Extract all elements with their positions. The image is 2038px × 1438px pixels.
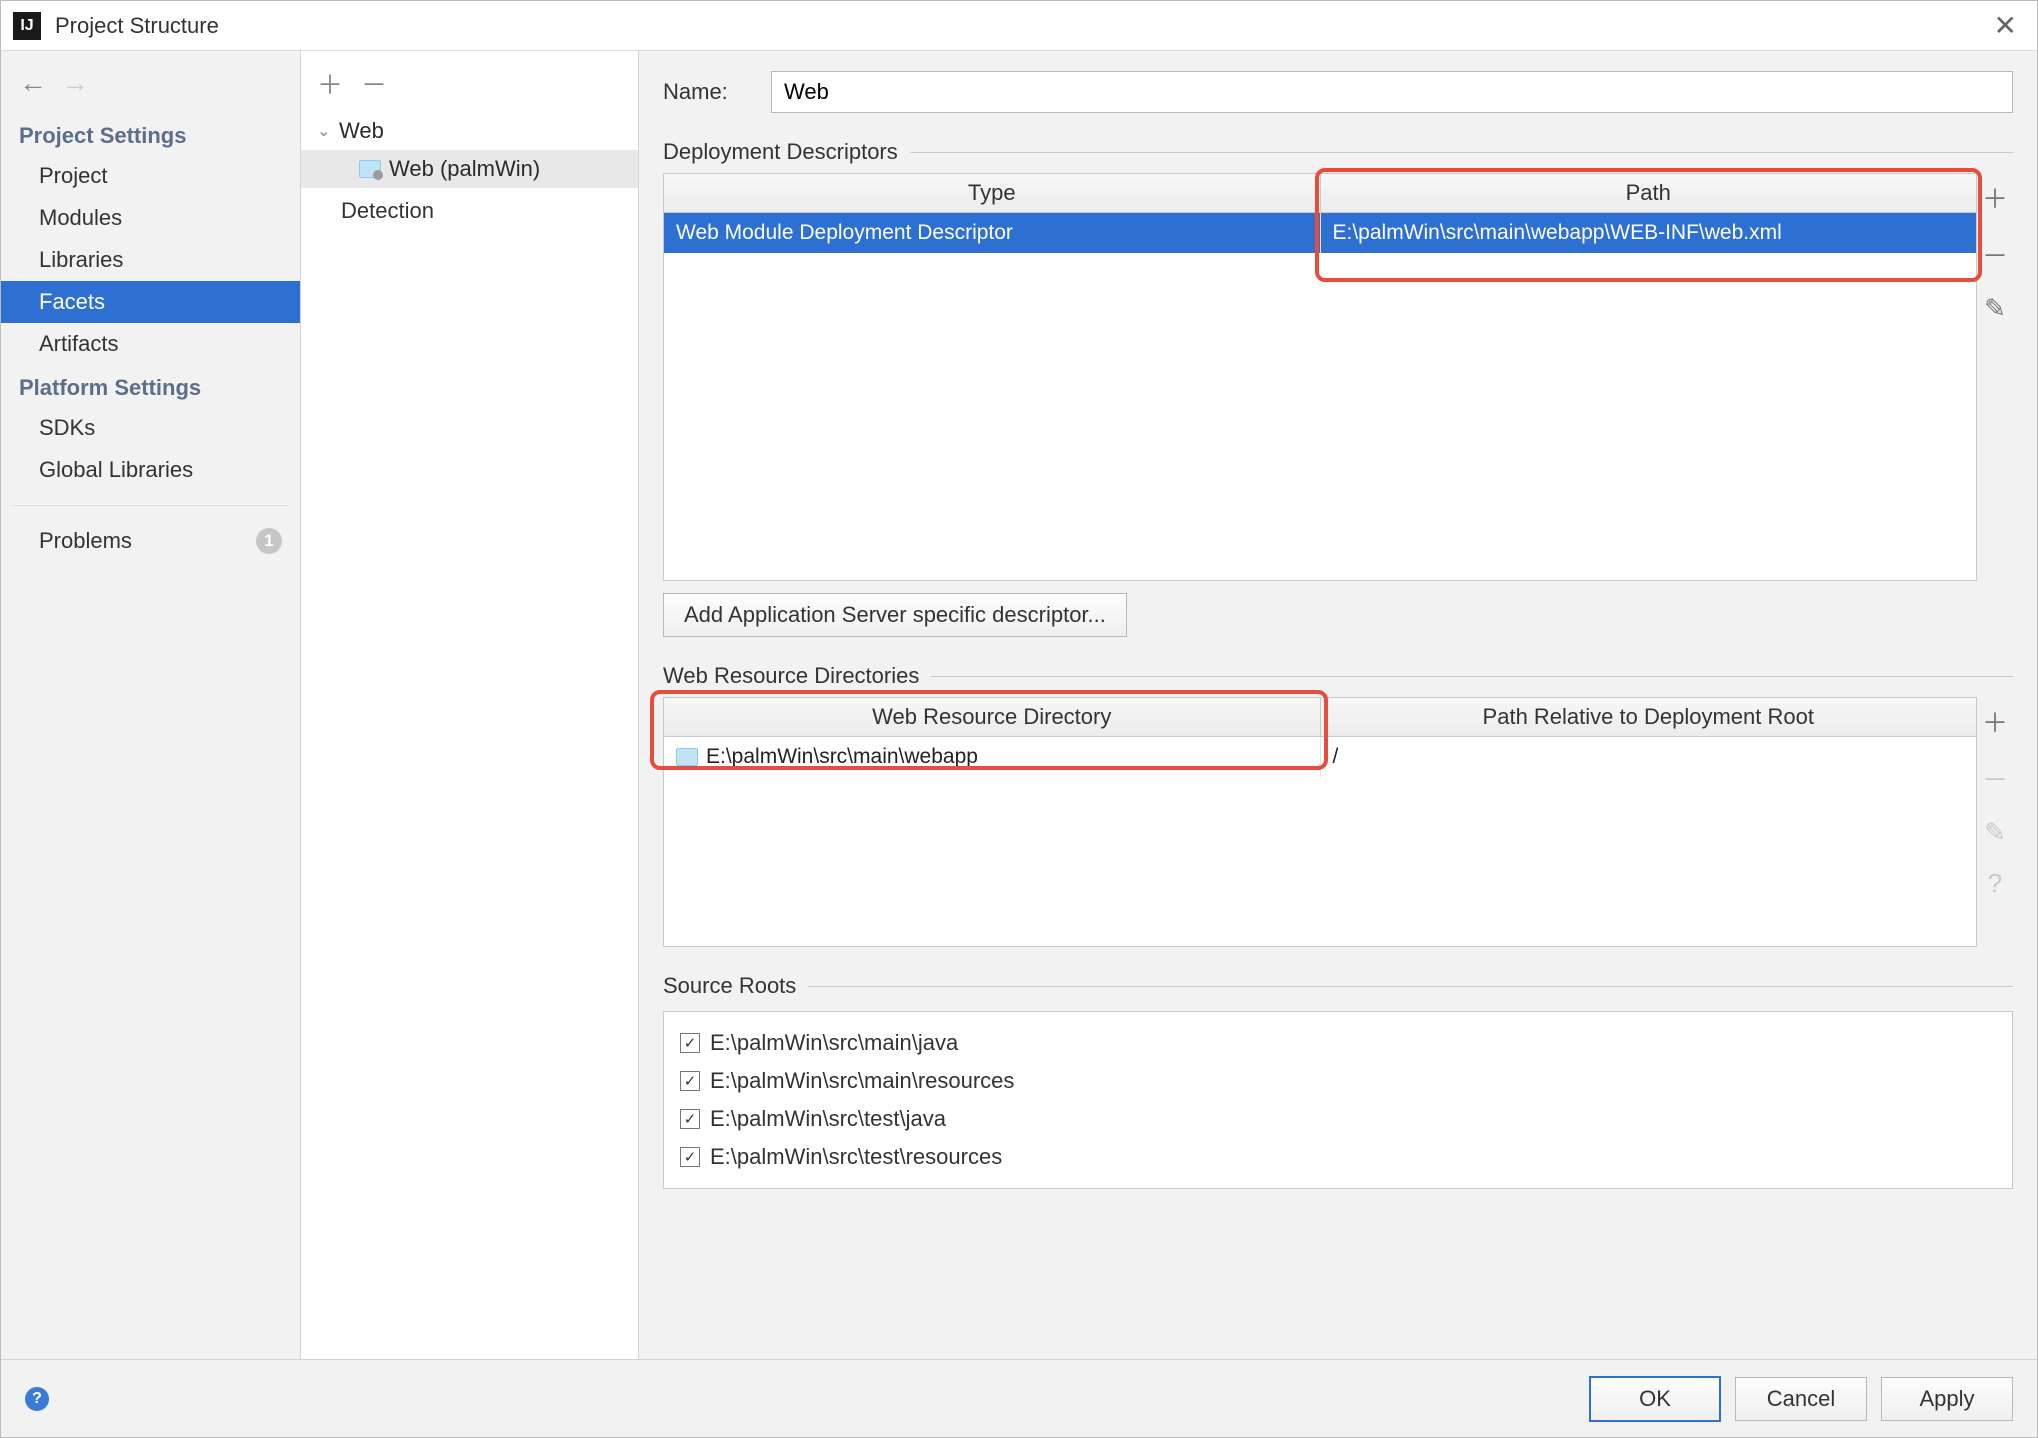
deployment-descriptors-heading: Deployment Descriptors	[663, 139, 2013, 165]
dd-side-actions: ＋ － ✎	[1977, 173, 2013, 581]
intellij-icon: IJ	[13, 12, 41, 40]
checkbox-checked-icon[interactable]: ✓	[680, 1109, 700, 1129]
dd-remove-icon[interactable]: －	[1982, 236, 2008, 273]
dialog-body: ← → Project Settings Project Modules Lib…	[1, 51, 2037, 1359]
source-root-item[interactable]: ✓ E:\palmWin\src\test\java	[680, 1100, 1996, 1138]
tree-node-web-label: Web	[339, 118, 384, 144]
checkbox-checked-icon[interactable]: ✓	[680, 1033, 700, 1053]
wr-col-rel[interactable]: Path Relative to Deployment Root	[1320, 698, 1976, 737]
source-root-path: E:\palmWin\src\main\java	[710, 1030, 958, 1056]
divider	[910, 152, 2013, 153]
wr-row-rel: /	[1320, 737, 1976, 777]
sidebar-item-project[interactable]: Project	[1, 155, 300, 197]
titlebar: IJ Project Structure ✕	[1, 1, 2037, 51]
wr-row[interactable]: E:\palmWin\src\main\webapp /	[664, 737, 1976, 777]
dd-row-path: E:\palmWin\src\main\webapp\WEB-INF\web.x…	[1320, 213, 1976, 253]
facets-tree: ⌄ Web Web (palmWin) Detection	[301, 112, 638, 1359]
remove-icon[interactable]: －	[361, 65, 387, 102]
sidebar: ← → Project Settings Project Modules Lib…	[1, 51, 301, 1359]
source-roots-heading: Source Roots	[663, 973, 2013, 999]
web-resource-directories-label: Web Resource Directories	[663, 663, 919, 689]
ok-button[interactable]: OK	[1589, 1376, 1721, 1422]
forward-icon[interactable]: →	[61, 67, 89, 99]
facets-tree-panel: ＋ － ⌄ Web Web (palmWin) Detection	[301, 51, 639, 1359]
divider	[808, 986, 2013, 987]
divider	[931, 676, 2013, 677]
nav-history: ← →	[1, 59, 300, 113]
chevron-down-icon: ⌄	[317, 121, 331, 141]
web-resource-directories-heading: Web Resource Directories	[663, 663, 2013, 689]
close-icon[interactable]: ✕	[1986, 9, 2025, 42]
facet-form: Name: Deployment Descriptors Type Path	[639, 51, 2037, 1359]
tree-node-web[interactable]: ⌄ Web	[301, 112, 638, 150]
dd-row[interactable]: Web Module Deployment Descriptor E:\palm…	[664, 213, 1976, 253]
tree-toolbar: ＋ －	[301, 51, 638, 112]
wr-row-dir: E:\palmWin\src\main\webapp	[664, 737, 1320, 777]
sidebar-item-modules[interactable]: Modules	[1, 197, 300, 239]
deployment-descriptors-panel: Type Path Web Module Deployment Descript…	[663, 173, 2013, 581]
project-structure-dialog: IJ Project Structure ✕ ← → Project Setti…	[0, 0, 2038, 1438]
sidebar-item-problems[interactable]: Problems 1	[1, 520, 300, 562]
source-root-item[interactable]: ✓ E:\palmWin\src\test\resources	[680, 1138, 1996, 1176]
source-root-path: E:\palmWin\src\test\java	[710, 1106, 946, 1132]
facet-name-input[interactable]	[771, 71, 2013, 113]
wr-col-dir[interactable]: Web Resource Directory	[664, 698, 1320, 737]
deployment-descriptors-table[interactable]: Type Path Web Module Deployment Descript…	[663, 173, 1977, 581]
source-roots-list: ✓ E:\palmWin\src\main\java ✓ E:\palmWin\…	[663, 1011, 2013, 1189]
tree-node-web-palmwin[interactable]: Web (palmWin)	[301, 150, 638, 188]
wr-help-icon[interactable]: ?	[1988, 868, 2002, 899]
dd-edit-icon[interactable]: ✎	[1984, 293, 2006, 324]
web-resource-directories-table[interactable]: Web Resource Directory Path Relative to …	[663, 697, 1977, 947]
checkbox-checked-icon[interactable]: ✓	[680, 1071, 700, 1091]
platform-settings-heading: Platform Settings	[1, 365, 300, 407]
wr-side-actions: ＋ － ✎ ?	[1977, 697, 2013, 947]
dd-add-icon[interactable]: ＋	[1982, 179, 2008, 216]
tree-node-detection[interactable]: Detection	[301, 188, 638, 234]
name-label: Name:	[663, 79, 753, 105]
sidebar-item-libraries[interactable]: Libraries	[1, 239, 300, 281]
sidebar-item-facets[interactable]: Facets	[1, 281, 300, 323]
dd-col-path[interactable]: Path	[1320, 174, 1976, 213]
sidebar-separator	[13, 505, 288, 506]
sidebar-item-problems-label: Problems	[39, 528, 132, 554]
web-resource-directories-panel: Web Resource Directory Path Relative to …	[663, 697, 2013, 947]
tree-node-web-palmwin-label: Web (palmWin)	[389, 156, 540, 182]
source-root-item[interactable]: ✓ E:\palmWin\src\main\java	[680, 1024, 1996, 1062]
window-title: Project Structure	[55, 13, 1986, 39]
project-settings-heading: Project Settings	[1, 113, 300, 155]
sidebar-item-artifacts[interactable]: Artifacts	[1, 323, 300, 365]
wr-remove-icon[interactable]: －	[1982, 760, 2008, 797]
cancel-button[interactable]: Cancel	[1735, 1377, 1867, 1421]
add-icon[interactable]: ＋	[317, 65, 343, 102]
checkbox-checked-icon[interactable]: ✓	[680, 1147, 700, 1167]
sidebar-item-sdks[interactable]: SDKs	[1, 407, 300, 449]
add-app-server-descriptor-button[interactable]: Add Application Server specific descript…	[663, 593, 1127, 637]
back-icon[interactable]: ←	[19, 67, 47, 99]
wr-add-icon[interactable]: ＋	[1982, 703, 2008, 740]
name-row: Name:	[663, 71, 2013, 113]
apply-button[interactable]: Apply	[1881, 1377, 2013, 1421]
deployment-descriptors-label: Deployment Descriptors	[663, 139, 898, 165]
source-root-item[interactable]: ✓ E:\palmWin\src\main\resources	[680, 1062, 1996, 1100]
web-facet-icon	[359, 160, 381, 178]
source-roots-label: Source Roots	[663, 973, 796, 999]
dd-col-type[interactable]: Type	[664, 174, 1320, 213]
wr-edit-icon[interactable]: ✎	[1984, 817, 2006, 848]
problems-count-badge: 1	[256, 528, 282, 554]
source-root-path: E:\palmWin\src\test\resources	[710, 1144, 1002, 1170]
help-icon[interactable]: ?	[25, 1387, 49, 1411]
sidebar-item-global-libraries[interactable]: Global Libraries	[1, 449, 300, 491]
source-root-path: E:\palmWin\src\main\resources	[710, 1068, 1014, 1094]
dialog-footer: ? OK Cancel Apply	[1, 1359, 2037, 1437]
folder-icon	[676, 748, 698, 766]
dd-row-type: Web Module Deployment Descriptor	[664, 213, 1320, 253]
